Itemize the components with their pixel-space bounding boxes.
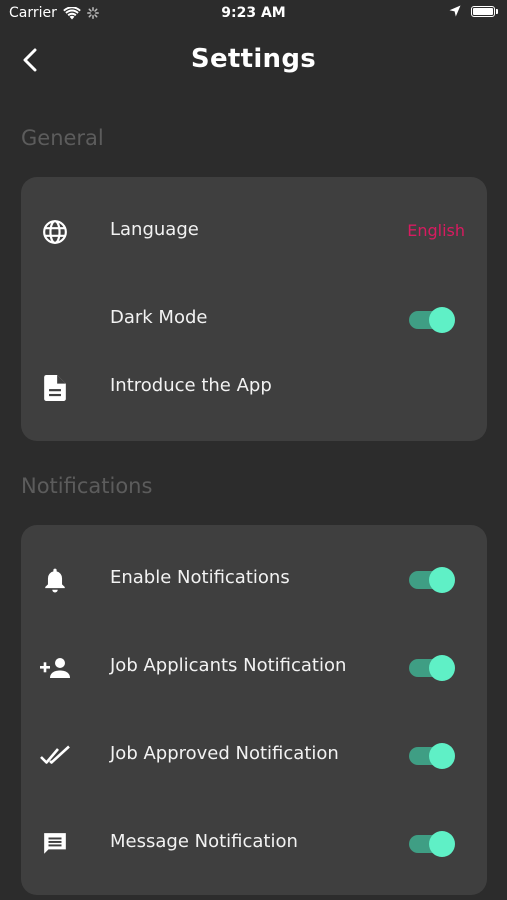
introduce-app-label: Introduce the App: [110, 375, 272, 396]
dark-mode-label: Dark Mode: [110, 307, 208, 328]
double-check-icon: [39, 742, 73, 770]
section-title-notifications: Notifications: [21, 474, 153, 498]
status-time: 9:23 AM: [221, 5, 286, 21]
toggle-knob: [429, 307, 455, 333]
job-applicants-notification-label: Job Applicants Notification: [110, 655, 347, 676]
message-notification-toggle[interactable]: [409, 831, 455, 857]
document-icon: [41, 374, 69, 402]
page-title: Settings: [190, 44, 317, 74]
message-notification-row: Message Notification: [21, 813, 487, 873]
message-notification-label: Message Notification: [110, 831, 298, 852]
chat-icon: [41, 830, 69, 858]
job-approved-notification-label: Job Approved Notification: [110, 743, 339, 764]
status-bar: Carrier 9:23 AM: [0, 0, 507, 28]
bell-icon: [41, 566, 69, 594]
toggle-knob: [429, 743, 455, 769]
toggle-knob: [429, 655, 455, 681]
job-approved-notification-row: Job Approved Notification: [21, 725, 487, 785]
globe-icon: [41, 218, 69, 246]
notifications-card: Enable Notifications Job Applicants Noti…: [21, 525, 487, 895]
enable-notifications-row: Enable Notifications: [21, 549, 487, 609]
add-person-icon: [39, 654, 73, 682]
language-label: Language: [110, 219, 199, 240]
section-title-general: General: [21, 126, 104, 150]
enable-notifications-label: Enable Notifications: [110, 567, 290, 588]
dark-mode-toggle[interactable]: [409, 307, 455, 333]
moon-icon: [41, 306, 69, 334]
job-applicants-notification-row: Job Applicants Notification: [21, 637, 487, 697]
dark-mode-row: Dark Mode: [21, 289, 487, 349]
toggle-knob: [429, 567, 455, 593]
toggle-knob: [429, 831, 455, 857]
status-right: [449, 5, 498, 17]
header: Settings: [0, 38, 507, 82]
job-approved-notification-toggle[interactable]: [409, 743, 455, 769]
general-card: Language English Dark Mode Introduce the…: [21, 177, 487, 441]
introduce-app-row[interactable]: Introduce the App: [21, 357, 487, 417]
language-row[interactable]: Language English: [21, 201, 487, 261]
location-arrow-icon: [449, 5, 461, 17]
job-applicants-notification-toggle[interactable]: [409, 655, 455, 681]
battery-icon: [471, 5, 498, 17]
language-value[interactable]: English: [407, 221, 465, 240]
enable-notifications-toggle[interactable]: [409, 567, 455, 593]
